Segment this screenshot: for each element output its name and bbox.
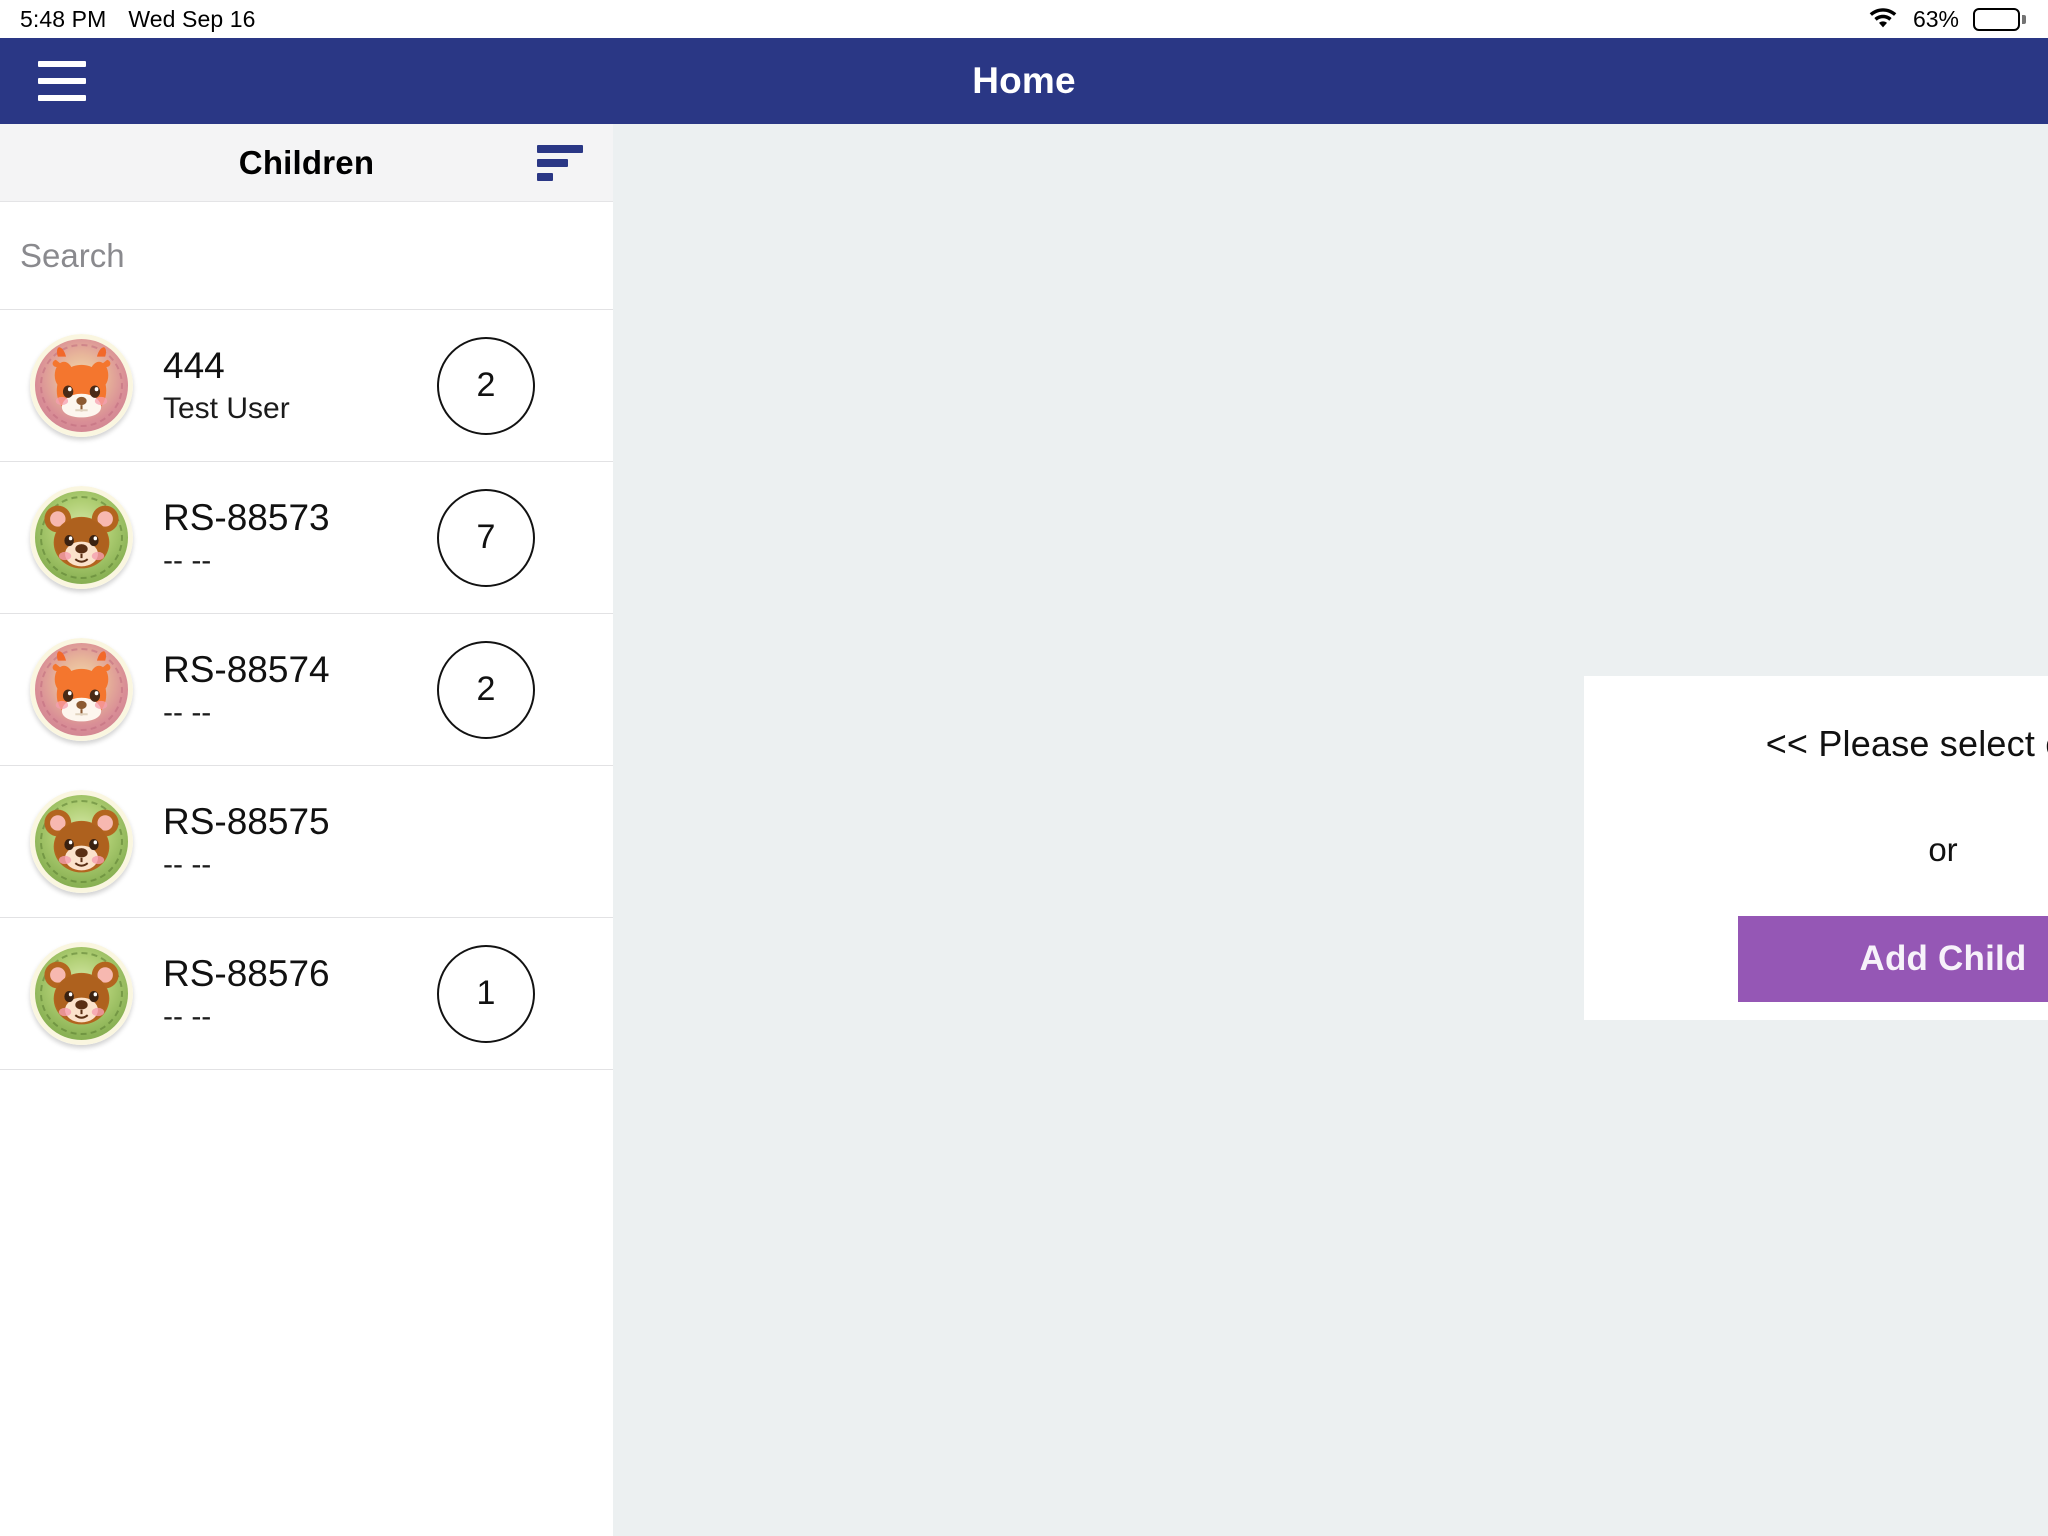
- wifi-icon: [1867, 4, 1899, 34]
- child-name: RS-88573: [163, 496, 330, 538]
- add-child-button[interactable]: Add Child: [1738, 916, 2048, 1002]
- child-name: RS-88575: [163, 800, 330, 842]
- child-subtitle: -- --: [163, 696, 212, 730]
- child-list-item[interactable]: 444 Test User 2: [0, 310, 613, 462]
- child-count-badge: 1: [437, 944, 535, 1043]
- child-count-badge: 7: [437, 488, 535, 587]
- bear-avatar-icon: [30, 942, 133, 1045]
- child-list-item[interactable]: RS-88575 -- --: [0, 766, 613, 918]
- bear-avatar-icon: [30, 486, 133, 589]
- sidebar-header: Children: [0, 124, 613, 202]
- children-sidebar: Children 444 Test User 2: [0, 124, 613, 1536]
- child-subtitle: -- --: [163, 1000, 212, 1034]
- child-subtitle: -- --: [163, 544, 212, 578]
- battery-tip: [2022, 14, 2026, 24]
- child-text-block: 444 Test User: [163, 344, 437, 428]
- children-list: 444 Test User 2 RS-88573 -- -- 7 RS-8857…: [0, 310, 613, 1070]
- squirrel-avatar-icon: [30, 334, 133, 437]
- page-title: Home: [972, 60, 1076, 101]
- child-name: RS-88576: [163, 952, 330, 994]
- status-date: Wed Sep 16: [128, 5, 256, 32]
- child-list-item[interactable]: RS-88573 -- -- 7: [0, 462, 613, 614]
- battery-icon: [1973, 7, 2026, 31]
- child-text-block: RS-88575 -- --: [163, 800, 437, 884]
- sidebar-title: Children: [238, 143, 375, 181]
- search-row[interactable]: [0, 202, 613, 310]
- battery-percent-label: 63%: [1912, 5, 1959, 32]
- app-bar: Home: [0, 38, 2048, 124]
- child-name: RS-88574: [163, 648, 330, 690]
- child-count-badge: 2: [437, 336, 535, 435]
- status-bar-left: 5:48 PM Wed Sep 16: [20, 6, 256, 33]
- status-time: 5:48 PM: [20, 5, 107, 32]
- squirrel-avatar-icon: [30, 638, 133, 741]
- main-content: << Please select child or Add Child: [613, 124, 2048, 1536]
- search-input[interactable]: [0, 236, 613, 275]
- child-list-item[interactable]: RS-88574 -- -- 2: [0, 614, 613, 766]
- bear-avatar-icon: [30, 790, 133, 893]
- or-label: or: [1928, 831, 1958, 868]
- sort-icon[interactable]: [537, 141, 589, 185]
- select-child-prompt: << Please select child: [1765, 723, 2048, 764]
- app-body: Children 444 Test User 2: [0, 124, 2048, 1536]
- sidebar-empty-space: [0, 1070, 613, 1536]
- child-name: 444: [163, 344, 225, 386]
- child-text-block: RS-88573 -- --: [163, 496, 437, 580]
- status-bar-right: 63%: [1867, 4, 2026, 34]
- child-list-item[interactable]: RS-88576 -- -- 1: [0, 918, 613, 1070]
- status-bar: 5:48 PM Wed Sep 16 63%: [0, 0, 2048, 38]
- child-count-badge: 2: [437, 640, 535, 739]
- child-subtitle: -- --: [163, 848, 212, 882]
- child-text-block: RS-88574 -- --: [163, 648, 437, 732]
- child-subtitle: Test User: [163, 392, 290, 426]
- child-text-block: RS-88576 -- --: [163, 952, 437, 1036]
- select-child-card: << Please select child or Add Child: [1584, 676, 2048, 1020]
